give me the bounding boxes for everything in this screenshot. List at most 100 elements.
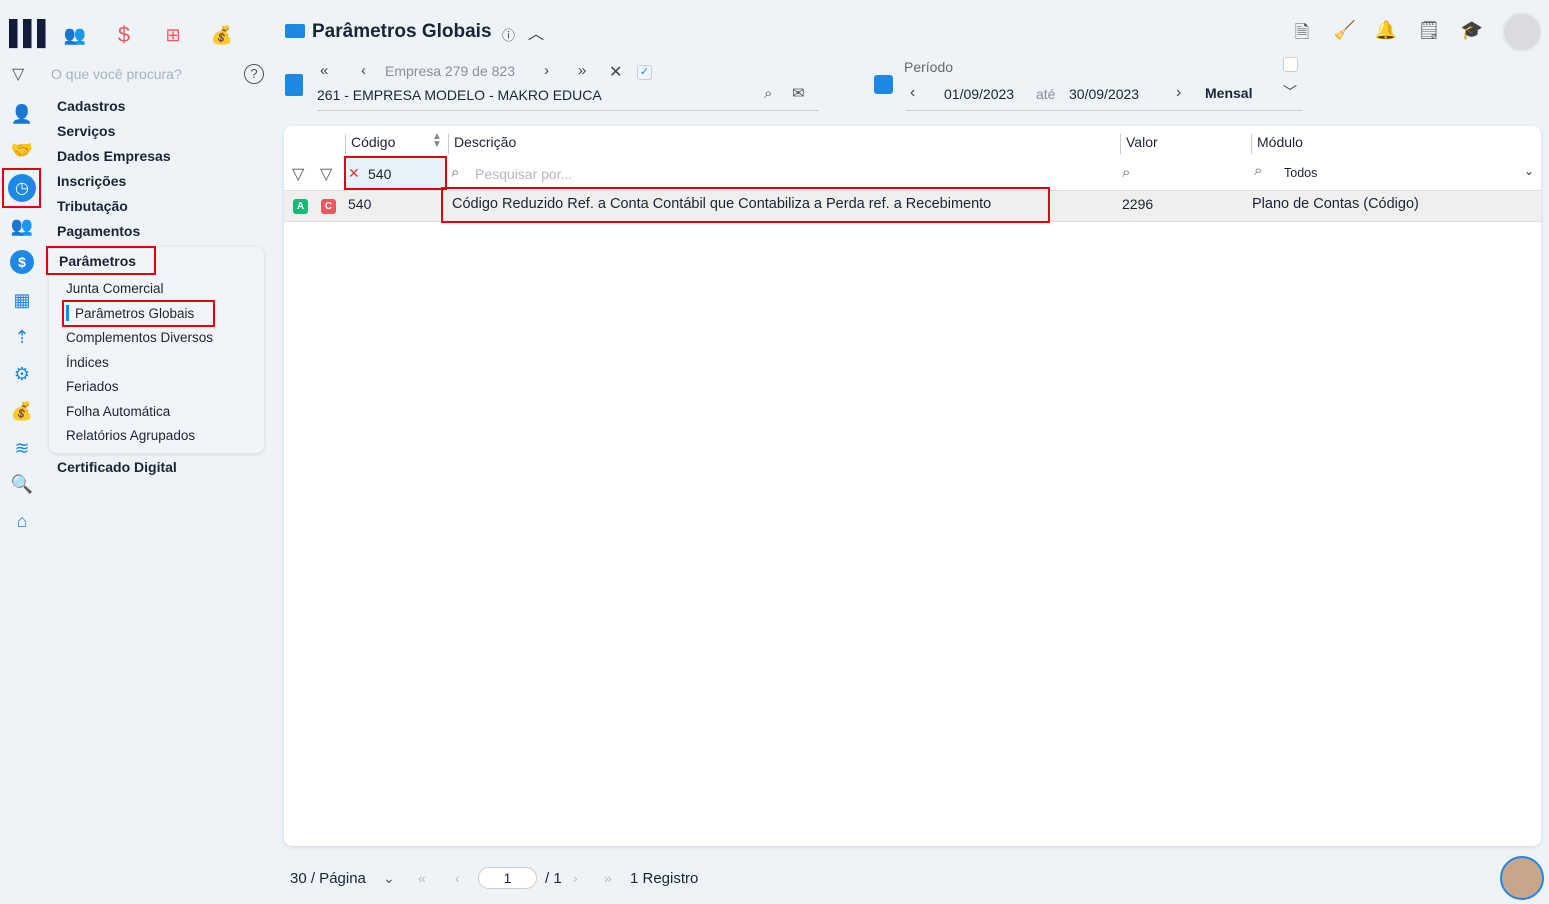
sort-icon[interactable]: ▲ ▼ bbox=[432, 132, 442, 150]
prev-period-button[interactable]: ‹ bbox=[910, 84, 915, 102]
modulo-filter-select[interactable]: Todos bbox=[1284, 166, 1317, 180]
sub-relatorios-agrupados[interactable]: Relatórios Agrupados bbox=[66, 428, 195, 443]
nav-dados-empresas[interactable]: Dados Empresas bbox=[57, 148, 171, 164]
valor-search-icon[interactable]: ⌕ bbox=[1122, 164, 1130, 181]
sub-complementos-diversos[interactable]: Complementos Diversos bbox=[66, 330, 213, 345]
empresa-counter: Empresa 279 de 823 bbox=[385, 63, 515, 79]
period-mode-select[interactable]: Mensal bbox=[1205, 85, 1252, 101]
next-period-button[interactable]: › bbox=[1176, 84, 1181, 102]
submenu-panel bbox=[49, 247, 264, 453]
empresa-checkbox[interactable]: ✓ bbox=[637, 65, 652, 80]
gear-icon[interactable]: ⚙ bbox=[10, 362, 34, 386]
empresa-search-icon[interactable]: ⌕ bbox=[764, 85, 772, 102]
help-icon[interactable]: ? bbox=[244, 64, 264, 84]
nav-inscricoes[interactable]: Inscrições bbox=[57, 173, 126, 189]
monitor-icon bbox=[285, 24, 305, 38]
cell-valor: 2296 bbox=[1122, 196, 1154, 212]
page-input[interactable]: 1 bbox=[478, 867, 537, 889]
graduation-cap-icon[interactable]: 🎓 bbox=[1460, 20, 1484, 44]
nav-parametros[interactable]: Parâmetros bbox=[59, 253, 136, 269]
badge-a: A bbox=[293, 199, 308, 214]
empresa-name[interactable]: 261 - EMPRESA MODELO - MAKRO EDUCA bbox=[317, 87, 602, 103]
active-indicator bbox=[66, 305, 69, 321]
page-title: Parâmetros Globais bbox=[312, 21, 492, 42]
dollar-module-icon[interactable]: $ bbox=[109, 20, 139, 50]
filter-icon[interactable]: ▽ bbox=[12, 64, 24, 84]
nav-tributacao[interactable]: Tributação bbox=[57, 198, 128, 214]
column-header-modulo[interactable]: Módulo bbox=[1251, 134, 1303, 154]
sub-indices[interactable]: Índices bbox=[66, 355, 109, 370]
collapse-chevron-icon[interactable]: ︿ bbox=[528, 20, 544, 44]
people-module-icon[interactable]: 👥 bbox=[60, 20, 90, 50]
codigo-filter-input[interactable] bbox=[345, 158, 447, 188]
percent-icon[interactable]: ⇡ bbox=[10, 325, 34, 349]
modulo-chevron-icon[interactable]: ⌄ bbox=[1524, 164, 1534, 178]
column-header-valor[interactable]: Valor bbox=[1120, 134, 1158, 154]
user-avatar[interactable] bbox=[1502, 12, 1542, 52]
search-icon[interactable]: 🔍 bbox=[10, 472, 34, 496]
bell-icon[interactable]: 🔔 bbox=[1374, 20, 1398, 44]
next-empresa-button[interactable]: › bbox=[544, 62, 549, 79]
first-page-button[interactable]: « bbox=[418, 870, 426, 886]
prev-page-button[interactable]: ‹ bbox=[455, 870, 460, 886]
total-pages: / 1 bbox=[545, 870, 562, 887]
descricao-filter-input[interactable]: Pesquisar por... bbox=[475, 166, 572, 182]
prev-empresa-button[interactable]: ‹ bbox=[361, 62, 366, 79]
codigo-filter-value[interactable]: 540 bbox=[368, 166, 391, 182]
nav-cadastros[interactable]: Cadastros bbox=[57, 98, 125, 114]
badge-c: C bbox=[321, 199, 336, 214]
modulo-search-icon: ⌕ bbox=[1254, 162, 1263, 179]
layers-icon[interactable]: ≋ bbox=[10, 436, 34, 460]
next-page-button[interactable]: › bbox=[573, 870, 578, 886]
report-search-icon[interactable]: 🗒 bbox=[1417, 20, 1441, 44]
per-page-chevron-icon[interactable]: ⌄ bbox=[383, 870, 395, 887]
menu-search-input[interactable]: O que você procura? bbox=[51, 66, 182, 82]
calculator-icon[interactable]: ▦ bbox=[10, 288, 34, 312]
first-empresa-button[interactable]: « bbox=[320, 62, 328, 79]
assistant-avatar[interactable] bbox=[1500, 856, 1544, 900]
info-icon[interactable]: ⓘ bbox=[502, 25, 515, 44]
last-empresa-button[interactable]: » bbox=[578, 62, 586, 79]
document-icon[interactable]: 🗎 bbox=[1290, 20, 1314, 44]
filter-icon[interactable]: ▽ bbox=[292, 164, 304, 184]
money-bag-module-icon[interactable]: 💰 bbox=[207, 20, 237, 50]
home-icon[interactable]: ⌂ bbox=[10, 509, 34, 533]
clear-filter-icon[interactable]: ✕ bbox=[348, 165, 360, 182]
broom-icon[interactable]: 🧹 bbox=[1333, 20, 1357, 44]
period-end[interactable]: 30/09/2023 bbox=[1069, 86, 1139, 102]
cell-codigo: 540 bbox=[348, 196, 372, 212]
data-table: Código ▲ ▼ Descrição Valor Módulo ▽ ▽ ✕ 5… bbox=[284, 126, 1541, 846]
column-header-descricao[interactable]: Descrição bbox=[448, 134, 516, 154]
periodo-label: Período bbox=[904, 59, 954, 75]
building-icon bbox=[285, 74, 303, 96]
per-page-select[interactable]: 30 / Página bbox=[290, 870, 366, 887]
sub-junta-comercial[interactable]: Junta Comercial bbox=[66, 281, 164, 296]
periodo-checkbox[interactable] bbox=[1283, 57, 1298, 72]
people-icon[interactable]: 👥 bbox=[10, 214, 34, 238]
clear-empresa-icon[interactable]: ✕ bbox=[609, 62, 622, 82]
mail-icon[interactable]: ✉ bbox=[792, 84, 805, 102]
handshake-icon[interactable]: 🤝 bbox=[10, 138, 34, 162]
cell-modulo: Plano de Contas (Código) bbox=[1252, 196, 1419, 212]
empresa-underline bbox=[317, 110, 819, 111]
nav-certificado-digital[interactable]: Certificado Digital bbox=[57, 459, 177, 475]
nav-pagamentos[interactable]: Pagamentos bbox=[57, 223, 140, 239]
period-start[interactable]: 01/09/2023 bbox=[944, 86, 1014, 102]
dollar-circle-icon[interactable]: $ bbox=[10, 250, 34, 274]
last-page-button[interactable]: » bbox=[604, 870, 612, 886]
record-count: 1 Registro bbox=[630, 870, 699, 887]
calendar-icon bbox=[874, 75, 893, 94]
sub-feriados[interactable]: Feriados bbox=[66, 379, 119, 394]
nav-servicos[interactable]: Serviços bbox=[57, 123, 115, 139]
calculator-module-icon[interactable]: ⊞ bbox=[158, 20, 188, 50]
periodo-underline bbox=[906, 110, 1303, 111]
chevron-down-icon[interactable]: ﹀ bbox=[1283, 82, 1297, 102]
sub-parametros-globais[interactable]: Parâmetros Globais bbox=[75, 306, 194, 321]
user-settings-icon[interactable]: 👤 bbox=[10, 102, 34, 126]
clock-icon[interactable]: ◷ bbox=[8, 174, 36, 202]
descricao-search-icon: ⌕ bbox=[451, 164, 460, 181]
period-separator: até bbox=[1036, 86, 1056, 102]
advanced-filter-icon[interactable]: ▽ bbox=[320, 164, 332, 184]
money-bag-icon[interactable]: 💰 bbox=[10, 399, 34, 423]
sub-folha-automatica[interactable]: Folha Automática bbox=[66, 404, 170, 419]
